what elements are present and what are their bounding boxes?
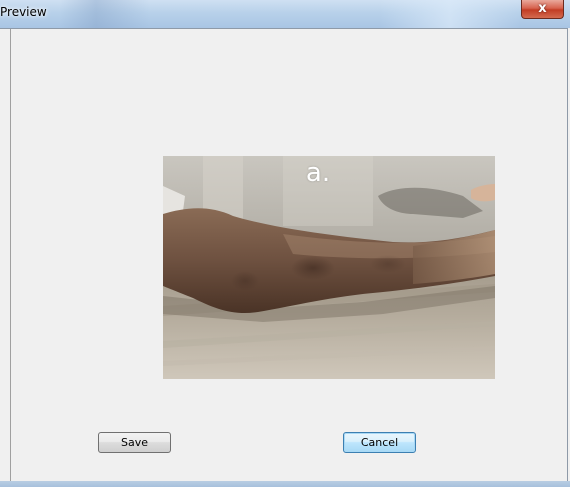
close-button[interactable]: x [521, 0, 564, 19]
save-button[interactable]: Save [98, 432, 171, 453]
cancel-button[interactable]: Cancel [343, 432, 416, 453]
title-bar[interactable]: Preview x [0, 0, 570, 28]
titlebar-glass-reflection [60, 0, 150, 28]
close-icon: x [538, 1, 547, 16]
window-bottom-border [0, 481, 570, 487]
window-title: Preview [0, 5, 47, 19]
left-divider [10, 29, 11, 481]
titlebar-glass-highlight [380, 0, 520, 28]
preview-window: Preview x a. Save Cancel [0, 0, 570, 487]
image-caption: a. [305, 158, 331, 188]
preview-image: a. [163, 156, 495, 379]
forearm-photo [163, 156, 495, 379]
